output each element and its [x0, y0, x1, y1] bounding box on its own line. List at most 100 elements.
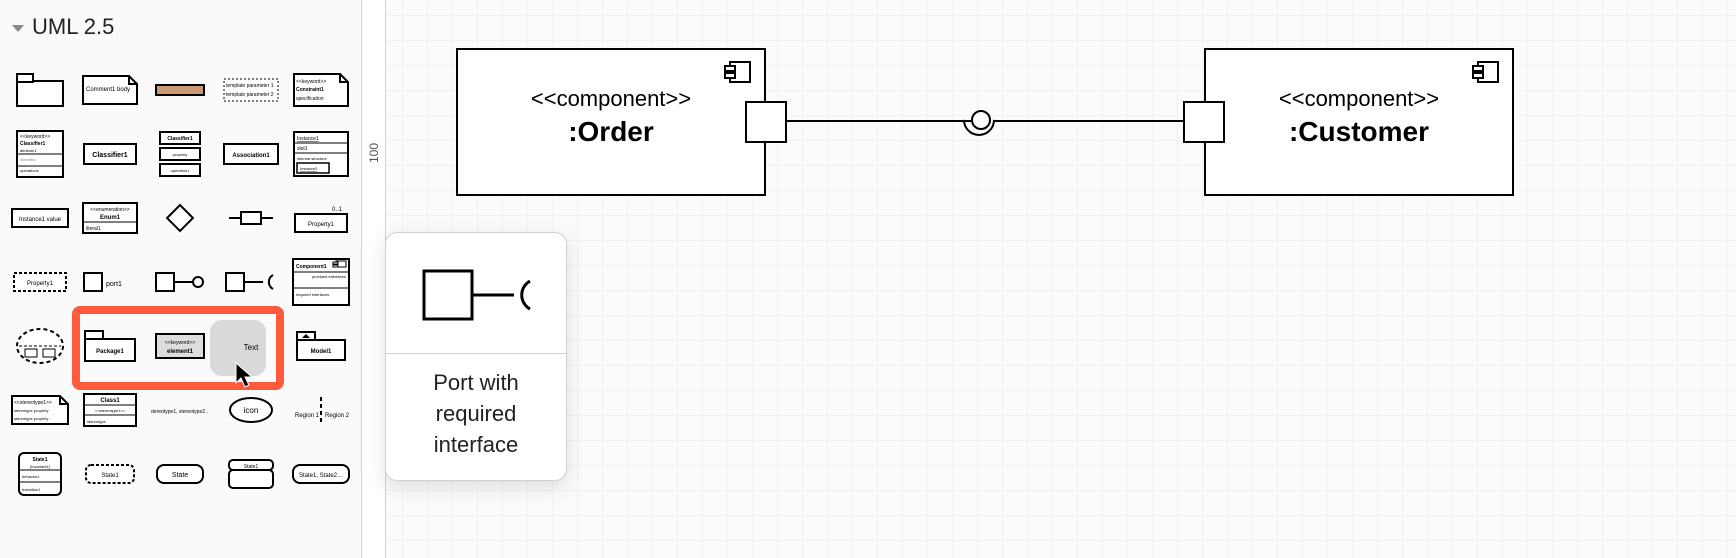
- svg-text:property: property: [173, 152, 188, 157]
- shape-port-required-interface[interactable]: [217, 252, 285, 312]
- svg-text:template parameter 2: template parameter 2: [226, 92, 274, 98]
- shape-state-dashed[interactable]: State1: [76, 444, 144, 504]
- svg-text:transition1: transition1: [22, 487, 41, 492]
- svg-text:Component1: Component1: [296, 264, 327, 270]
- vertical-ruler: 100: [362, 0, 386, 558]
- diagram-canvas[interactable]: 100 <<component>> :Order <<component>> :…: [362, 0, 1736, 558]
- svg-text:stereotype1, stereotype2…: stereotype1, stereotype2…: [151, 409, 209, 415]
- svg-text:Classifier1: Classifier1: [168, 136, 194, 142]
- svg-text:<<keyword>>: <<keyword>>: [165, 340, 195, 346]
- palette-title: UML 2.5: [32, 14, 114, 40]
- svg-text:<<stereotype1>>: <<stereotype1>>: [95, 408, 126, 413]
- ruler-tick-100: 100: [367, 141, 381, 165]
- svg-text:State1: State1: [102, 473, 120, 479]
- shape-classifier[interactable]: Classifier1: [76, 124, 144, 184]
- svg-text:Classifier1: Classifier1: [93, 152, 129, 159]
- svg-text:State1, State2…: State1, State2…: [299, 473, 343, 479]
- svg-text:slot1: slot1: [297, 146, 308, 152]
- shape-package[interactable]: Package1: [76, 316, 144, 376]
- svg-text:attribute1: attribute1: [20, 148, 37, 153]
- component-customer[interactable]: <<component>> :Customer: [1204, 48, 1514, 196]
- svg-text:Enum1: Enum1: [100, 215, 121, 221]
- shape-instance-slots[interactable]: Instance1slot1internal structureInstance…: [287, 124, 355, 184]
- palette-section-header[interactable]: UML 2.5: [0, 0, 361, 56]
- shape-enumeration[interactable]: <<enumeration>> Enum1 literal1: [76, 188, 144, 248]
- svg-text:operations: operations: [20, 168, 39, 173]
- shape-comment[interactable]: Comment1 body: [76, 60, 144, 120]
- shape-property-multiplicity[interactable]: 0..1 Property1: [287, 188, 355, 248]
- shape-state-compartments[interactable]: State1[invariant1] behavior1 transition1: [6, 444, 74, 504]
- svg-text:<<keyword>>: <<keyword>>: [20, 134, 50, 140]
- shape-state[interactable]: State: [146, 444, 214, 504]
- shape-port-provided-interface[interactable]: [146, 252, 214, 312]
- svg-text:Class1: Class1: [101, 398, 121, 404]
- shape-model[interactable]: Model1: [287, 316, 355, 376]
- shape-state-composite[interactable]: State1: [217, 444, 285, 504]
- svg-text:Instance1 value: Instance1 value: [19, 217, 62, 223]
- component-icon: [724, 60, 752, 84]
- svg-text:provided interfaces: provided interfaces: [312, 274, 346, 279]
- svg-text:State1: State1: [33, 457, 48, 463]
- shape-stereotype-apply[interactable]: stereotype1, stereotype2…: [146, 380, 214, 440]
- port-customer[interactable]: [1183, 101, 1225, 143]
- assembly-connector-left[interactable]: [787, 120, 971, 122]
- shape-region-split[interactable]: Region 1Region 2: [287, 380, 355, 440]
- component-name: :Order: [458, 116, 764, 148]
- svg-text:Property1: Property1: [308, 222, 335, 228]
- svg-text:<<stereotype1>>: <<stereotype1>>: [14, 400, 52, 406]
- svg-text:required interfaces: required interfaces: [296, 292, 329, 297]
- component-stereotype: <<component>>: [1206, 86, 1512, 112]
- svg-text:stereotype property: stereotype property: [14, 416, 48, 421]
- shape-component-interfaces[interactable]: Component1 provided interfaces required in…: [287, 252, 355, 312]
- svg-text:Association1: Association1: [232, 153, 270, 159]
- svg-text:<<enumeration>>: <<enumeration>>: [91, 207, 131, 213]
- shape-constraint[interactable]: <<keyword>>Constraint1specification: [287, 60, 355, 120]
- shape-icon[interactable]: icon: [217, 380, 285, 440]
- svg-text:stereotype: stereotype: [87, 419, 106, 424]
- shape-nary-diamond[interactable]: [146, 188, 214, 248]
- shape-packaged-element[interactable]: <<keyword>> element1: [146, 316, 214, 376]
- port-order[interactable]: [745, 101, 787, 143]
- shape-property-dashed[interactable]: Property1: [6, 252, 74, 312]
- shape-text[interactable]: Text: [217, 316, 285, 376]
- svg-text:Property1: Property1: [27, 281, 54, 287]
- svg-text:0..1: 0..1: [332, 207, 343, 213]
- svg-text:State: State: [172, 472, 188, 479]
- component-order[interactable]: <<component>> :Order: [456, 48, 766, 196]
- svg-text:[invariant1]: [invariant1]: [30, 464, 50, 469]
- svg-text:specification: specification: [296, 96, 324, 102]
- svg-text:Region 1: Region 1: [295, 413, 320, 419]
- svg-text:port1: port1: [106, 281, 122, 288]
- svg-text:stereotype property: stereotype property: [14, 408, 48, 413]
- shape-association[interactable]: Association1: [217, 124, 285, 184]
- tooltip-preview-image: [386, 233, 566, 353]
- shape-template-parameter[interactable]: template parameter 1template parameter 2: [217, 60, 285, 120]
- svg-text:Text: Text: [243, 343, 258, 352]
- shape-class-stereotype[interactable]: Class1 <<stereotype1>> stereotype: [76, 380, 144, 440]
- svg-text:Comment1 body: Comment1 body: [86, 87, 130, 93]
- svg-text:internal structure: internal structure: [297, 156, 328, 161]
- shape-palette-grid: Comment1 body template parameter 1templa…: [0, 56, 361, 558]
- shape-stereotype-property[interactable]: <<stereotype1>> stereotype property stereo…: [6, 380, 74, 440]
- shape-state-list[interactable]: State1, State2…: [287, 444, 355, 504]
- svg-text:<<keyword>>: <<keyword>>: [296, 79, 326, 85]
- svg-text:element1: element1: [167, 349, 194, 355]
- shape-instance-value[interactable]: Instance1 value: [6, 188, 74, 248]
- shape-classifier-compartments[interactable]: Classifier1propertyoperation1: [146, 124, 214, 184]
- tooltip-label: Port with required interface: [386, 354, 566, 480]
- svg-text:behavior1: behavior1: [22, 474, 40, 479]
- shape-package-folder[interactable]: [6, 60, 74, 120]
- svg-text:literal1: literal1: [86, 226, 101, 232]
- svg-text:State1: State1: [243, 464, 258, 470]
- shape-collaboration[interactable]: [6, 316, 74, 376]
- svg-text:Classifier1: Classifier1: [20, 141, 46, 147]
- component-name: :Customer: [1206, 116, 1512, 148]
- shape-port[interactable]: port1: [76, 252, 144, 312]
- svg-text:Model1: Model1: [311, 349, 332, 355]
- shape-classifier-stereo[interactable]: <<keyword>>Classifier1attribute1inherite…: [6, 124, 74, 184]
- svg-text:Instance2: Instance2: [300, 166, 318, 171]
- svg-text:Package1: Package1: [96, 349, 124, 355]
- shape-qualifier[interactable]: [217, 188, 285, 248]
- shape-component-bar[interactable]: [146, 60, 214, 120]
- assembly-connector-right[interactable]: [995, 120, 1184, 122]
